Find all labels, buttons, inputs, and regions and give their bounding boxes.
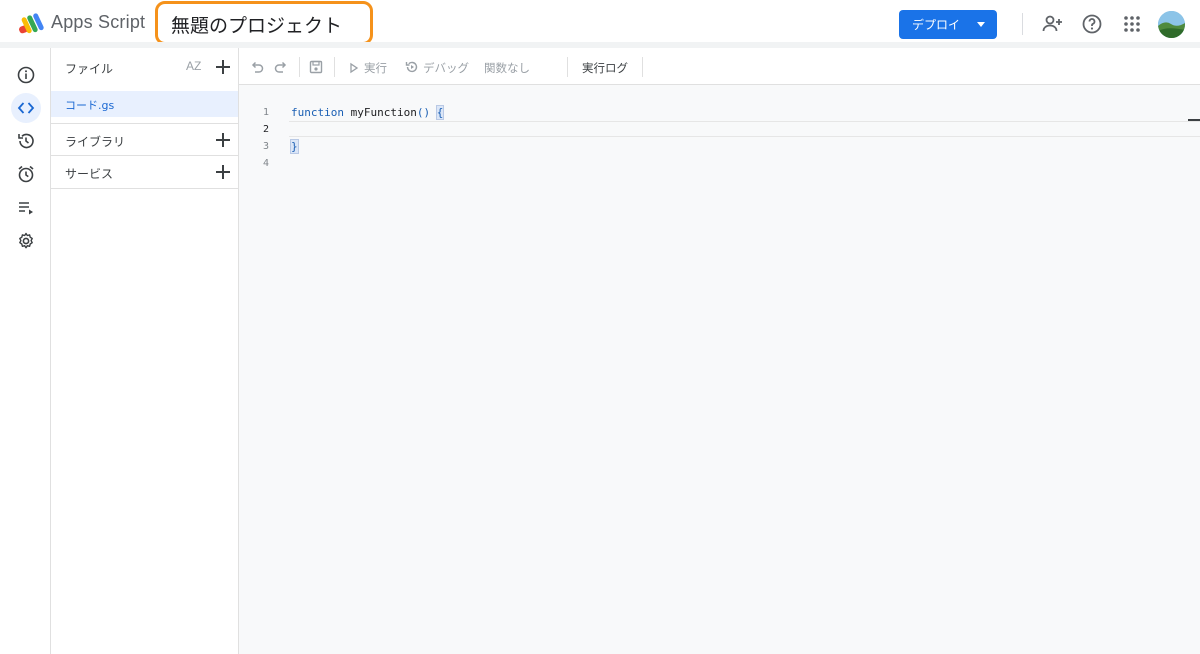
active-line-highlight bbox=[289, 121, 1200, 137]
rail-item-history[interactable] bbox=[11, 126, 41, 156]
scroll-position-marker bbox=[1188, 119, 1200, 121]
file-name: コード.gs bbox=[65, 99, 115, 112]
divider bbox=[51, 188, 238, 189]
rail-item-executions[interactable] bbox=[11, 193, 41, 223]
add-library-icon[interactable] bbox=[216, 133, 230, 147]
play-icon bbox=[350, 62, 359, 74]
divider bbox=[567, 57, 568, 77]
caret-down-icon bbox=[977, 22, 985, 27]
line-number: 4 bbox=[262, 158, 269, 169]
divider bbox=[642, 57, 643, 77]
code-parens: () bbox=[416, 106, 431, 119]
line-number: 1 bbox=[262, 107, 269, 118]
files-header: ファイル AZ bbox=[51, 48, 239, 86]
code-line[interactable]: function myFunction() { bbox=[291, 105, 445, 120]
side-rail bbox=[0, 48, 51, 654]
line-number: 3 bbox=[262, 141, 269, 152]
share-person-add-icon[interactable] bbox=[1041, 12, 1065, 36]
divider bbox=[299, 57, 300, 77]
divider bbox=[334, 57, 335, 77]
rail-item-triggers[interactable] bbox=[11, 159, 41, 189]
help-icon[interactable] bbox=[1080, 12, 1104, 36]
function-select[interactable]: 関数なし bbox=[484, 60, 530, 76]
debug-icon bbox=[405, 61, 418, 73]
add-service-icon[interactable] bbox=[216, 165, 230, 179]
executions-icon bbox=[19, 202, 33, 215]
apps-grid-icon[interactable] bbox=[1120, 12, 1144, 36]
rail-item-settings[interactable] bbox=[11, 226, 41, 256]
libraries-label: ライブラリ bbox=[65, 135, 126, 149]
code-line[interactable]: } bbox=[290, 139, 299, 154]
apps-script-logo[interactable] bbox=[18, 12, 46, 36]
debug-button[interactable]: デバッグ bbox=[423, 60, 469, 76]
alarm-icon bbox=[18, 165, 34, 183]
editor-toolbar: 実行 デバッグ 関数なし 実行ログ bbox=[239, 48, 1200, 85]
divider bbox=[1022, 13, 1023, 35]
libraries-section[interactable]: ライブラリ bbox=[51, 123, 238, 156]
rail-item-overview[interactable] bbox=[11, 60, 41, 90]
add-file-icon[interactable] bbox=[216, 60, 230, 74]
rail-item-editor[interactable] bbox=[11, 93, 41, 123]
info-icon bbox=[17, 66, 35, 84]
services-label: サービス bbox=[65, 167, 114, 181]
gear-icon bbox=[19, 232, 33, 249]
run-button[interactable]: 実行 bbox=[364, 60, 387, 76]
files-label: ファイル bbox=[65, 62, 114, 76]
file-panel: ファイル AZ コード.gs ライブラリ サービス bbox=[51, 48, 239, 654]
save-icon[interactable] bbox=[308, 59, 324, 75]
code-editor[interactable]: 実行 デバッグ 関数なし 実行ログ 1 2 3 4 function myFun… bbox=[239, 48, 1200, 654]
code-close-brace: } bbox=[290, 139, 299, 154]
code-open-brace: { bbox=[435, 105, 445, 120]
project-title[interactable]: 無題のプロジェクト bbox=[155, 1, 373, 45]
sort-az-icon[interactable]: AZ bbox=[186, 59, 201, 73]
file-item[interactable]: コード.gs bbox=[51, 91, 238, 117]
execution-log-button[interactable]: 実行ログ bbox=[582, 60, 628, 76]
services-section[interactable]: サービス bbox=[51, 155, 238, 188]
code-icon bbox=[17, 102, 35, 114]
deploy-button-label: デプロイ bbox=[912, 18, 961, 32]
app-name: Apps Script bbox=[51, 12, 146, 32]
deploy-button[interactable]: デプロイ bbox=[899, 10, 997, 39]
history-icon bbox=[18, 133, 34, 149]
redo-icon[interactable] bbox=[273, 59, 289, 75]
code-keyword: function bbox=[291, 106, 344, 119]
avatar[interactable] bbox=[1158, 11, 1185, 38]
top-bar: Apps Script 無題のプロジェクト デプロイ bbox=[0, 0, 1200, 48]
code-function-name: myFunction bbox=[350, 106, 417, 119]
undo-icon[interactable] bbox=[249, 59, 265, 75]
line-number: 2 bbox=[262, 124, 269, 135]
